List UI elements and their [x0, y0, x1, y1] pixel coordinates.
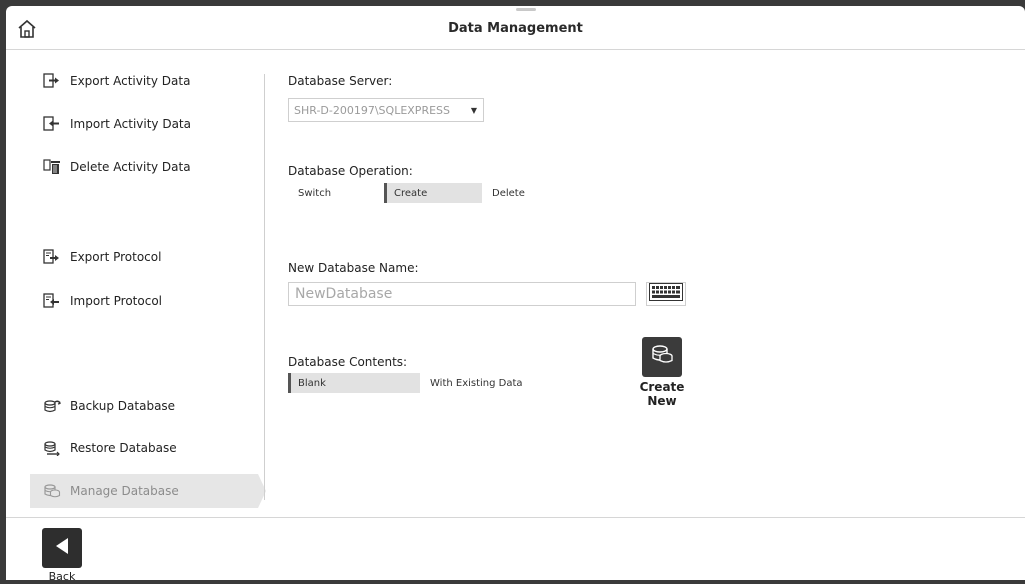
- title-bar: Data Management: [6, 6, 1025, 50]
- main-panel: Database Server: SHR-D-200197\SQLEXPRESS…: [276, 50, 1016, 520]
- sidebar-item-label: Import Activity Data: [70, 117, 191, 131]
- sidebar-item-backup-database[interactable]: Backup Database: [30, 389, 258, 423]
- contents-option-blank[interactable]: Blank: [288, 373, 420, 393]
- import-protocol-icon: [42, 292, 62, 310]
- keyboard-button[interactable]: [646, 282, 686, 306]
- export-protocol-icon: [42, 248, 62, 266]
- database-contents-label: Database Contents:: [288, 355, 408, 369]
- app-window: Data Management Export Activity Data Imp…: [6, 6, 1025, 580]
- create-new-label: Create New: [639, 380, 685, 408]
- database-icon: [42, 482, 62, 500]
- sidebar-item-manage-database[interactable]: Manage Database: [30, 474, 266, 508]
- sidebar-item-label: Export Protocol: [70, 250, 162, 264]
- sidebar-item-delete-activity-data[interactable]: Delete Activity Data: [30, 150, 258, 184]
- sidebar-item-label: Manage Database: [70, 484, 179, 498]
- chevron-down-icon: ▼: [470, 106, 477, 115]
- sidebar-item-import-protocol[interactable]: Import Protocol: [30, 284, 258, 318]
- operation-option-delete[interactable]: Delete: [482, 183, 542, 203]
- import-file-icon: [42, 115, 62, 133]
- back-arrow-icon: [53, 536, 71, 560]
- keyboard-icon: [649, 283, 683, 305]
- sidebar-item-restore-database[interactable]: Restore Database: [30, 431, 258, 465]
- sidebar-item-label: Backup Database: [70, 399, 176, 413]
- sidebar-divider: [264, 74, 265, 500]
- sidebar-item-import-activity-data[interactable]: Import Activity Data: [30, 107, 258, 141]
- operation-option-create[interactable]: Create: [384, 183, 482, 203]
- back-button[interactable]: [42, 528, 82, 568]
- create-new-button[interactable]: [642, 337, 682, 377]
- sidebar-item-label: Import Protocol: [70, 294, 162, 308]
- sidebar-item-export-activity-data[interactable]: Export Activity Data: [30, 64, 258, 98]
- database-create-icon: [649, 344, 675, 370]
- sidebar-item-label: Delete Activity Data: [70, 160, 191, 174]
- bottom-bar: Back: [6, 517, 1025, 580]
- backup-database-icon: [42, 397, 62, 415]
- database-server-label: Database Server:: [288, 74, 393, 88]
- restore-database-icon: [42, 439, 62, 457]
- database-contents-toggle: Blank With Existing Data: [288, 373, 530, 393]
- contents-option-with-existing-data[interactable]: With Existing Data: [420, 373, 530, 393]
- back-label: Back: [48, 570, 76, 580]
- export-file-icon: [42, 72, 62, 90]
- sidebar: Export Activity Data Import Activity Dat…: [30, 50, 266, 520]
- sidebar-item-label: Restore Database: [70, 441, 177, 455]
- page-title: Data Management: [448, 21, 583, 36]
- operation-option-switch[interactable]: Switch: [288, 183, 384, 203]
- database-operation-toggle: Switch Create Delete: [288, 183, 542, 203]
- new-database-name-input[interactable]: NewDatabase: [288, 282, 636, 306]
- database-server-value: SHR-D-200197\SQLEXPRESS: [294, 103, 451, 117]
- sidebar-item-label: Export Activity Data: [70, 74, 191, 88]
- database-operation-label: Database Operation:: [288, 164, 413, 178]
- trash-icon: [42, 158, 62, 176]
- database-server-select[interactable]: SHR-D-200197\SQLEXPRESS ▼: [288, 98, 484, 122]
- new-database-name-label: New Database Name:: [288, 261, 419, 275]
- sidebar-item-export-protocol[interactable]: Export Protocol: [30, 240, 258, 274]
